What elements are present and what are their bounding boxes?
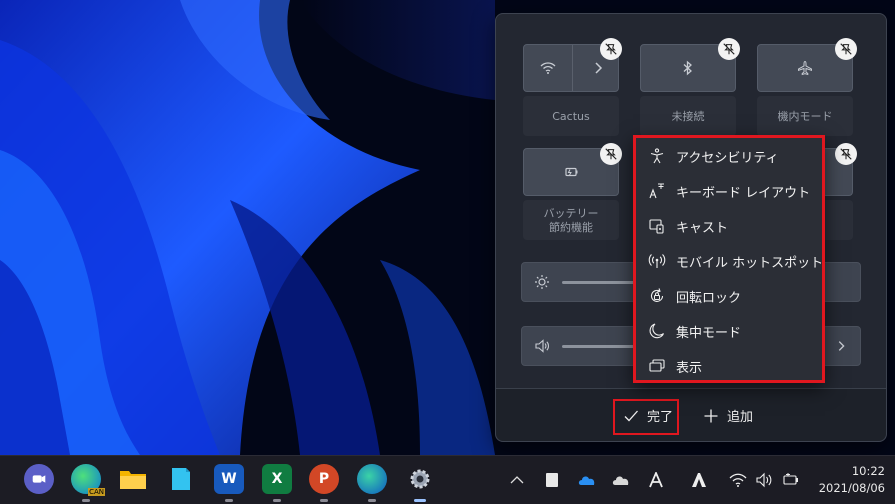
battery-saver-tile-label: バッテリー 節約機能 xyxy=(523,200,619,240)
menu-item-cast[interactable]: キャスト xyxy=(648,213,728,239)
menu-item-label: 集中モード xyxy=(676,325,742,341)
notepad-icon[interactable] xyxy=(166,464,196,494)
menu-item-keyboard-layout[interactable]: キーボード レイアウト xyxy=(648,178,810,204)
battery-icon[interactable] xyxy=(782,472,800,488)
unpin-icon xyxy=(840,43,852,55)
menu-item-project[interactable]: 表示 xyxy=(648,353,702,379)
project-display-icon xyxy=(649,359,665,372)
edge-icon[interactable] xyxy=(357,464,387,502)
done-label: 完了 xyxy=(647,410,674,425)
unpin-icon xyxy=(840,148,852,160)
menu-item-rotation-lock[interactable]: 回転ロック xyxy=(648,283,741,309)
can-badge: CAN xyxy=(88,488,105,496)
battery-saver-icon xyxy=(565,167,578,177)
file-explorer-icon[interactable] xyxy=(118,464,148,494)
menu-item-focus-mode[interactable]: 集中モード xyxy=(648,318,741,344)
edge-can-icon[interactable]: CAN xyxy=(71,464,105,502)
rotation-lock-icon xyxy=(650,288,664,302)
clock-date: 2021/08/06 xyxy=(818,481,885,495)
wifi-icon[interactable] xyxy=(729,472,747,488)
hotspot-icon xyxy=(648,254,666,268)
sun-icon xyxy=(535,275,549,289)
airplane-icon xyxy=(798,60,812,76)
speaker-icon xyxy=(535,339,549,353)
taskbar: CAN W X P 10:22 2021/08/06 xyxy=(0,455,895,504)
unpin-airplane-button[interactable] xyxy=(835,38,857,60)
unpin-wifi-button[interactable] xyxy=(600,38,622,60)
quick-settings-footer: 完了 追加 xyxy=(496,388,886,441)
chevron-right-icon[interactable] xyxy=(834,339,848,353)
menu-item-accessibility[interactable]: アクセシビリティ xyxy=(648,143,779,169)
airplane-mode-tile-label: 機内モード xyxy=(757,96,853,136)
add-button[interactable]: 追加 xyxy=(703,406,753,425)
unpin-icon xyxy=(605,43,617,55)
battery-saver-label-line2: 節約機能 xyxy=(549,221,593,234)
excel-icon[interactable]: X xyxy=(262,464,292,502)
unpin-hidden-tile-button[interactable] xyxy=(835,143,857,165)
menu-item-mobile-hotspot[interactable]: モバイル ホットスポット xyxy=(648,248,823,274)
focus-moon-icon xyxy=(649,323,665,339)
volume-icon[interactable] xyxy=(756,472,774,488)
keyboard-layout-icon xyxy=(649,183,664,199)
battery-saver-label-line1: バッテリー xyxy=(543,207,599,220)
menu-item-label: キャスト xyxy=(676,220,729,236)
checkmark-icon xyxy=(624,410,638,421)
cast-icon xyxy=(649,219,664,234)
unpin-battery-saver-button[interactable] xyxy=(600,143,622,165)
menu-item-label: アクセシビリティ xyxy=(676,150,779,166)
unpin-icon xyxy=(723,43,735,55)
powerpoint-icon[interactable]: P xyxy=(309,464,339,502)
settings-icon[interactable] xyxy=(405,464,435,502)
tablet-icon[interactable] xyxy=(543,472,561,488)
add-quick-setting-menu: アクセシビリティ キーボード レイアウト キャスト モバイル ホットスポット 回… xyxy=(633,135,825,383)
menu-item-label: モバイル ホットスポット xyxy=(676,255,824,271)
wifi-tile-label: Cactus xyxy=(523,96,619,136)
teams-chat-icon[interactable] xyxy=(24,464,54,494)
menu-item-label: 回転ロック xyxy=(676,290,742,306)
accessibility-icon xyxy=(650,148,664,164)
adobe-icon[interactable] xyxy=(690,472,708,488)
taskbar-clock[interactable]: 10:22 2021/08/06 xyxy=(819,463,885,497)
unpin-bluetooth-button[interactable] xyxy=(718,38,740,60)
wifi-icon xyxy=(540,62,556,74)
chevron-up-icon[interactable] xyxy=(508,472,526,488)
excel-letter: X xyxy=(271,471,283,487)
cloud-icon[interactable] xyxy=(612,472,630,488)
chevron-right-icon[interactable] xyxy=(590,60,606,76)
add-label: 追加 xyxy=(727,410,754,425)
done-button[interactable]: 完了 xyxy=(623,406,673,425)
clock-time: 10:22 xyxy=(851,464,885,478)
menu-item-label: 表示 xyxy=(676,360,703,376)
bluetooth-icon xyxy=(683,60,692,76)
powerpoint-letter: P xyxy=(318,471,330,487)
plus-icon xyxy=(704,409,718,422)
font-a-icon[interactable] xyxy=(647,472,665,488)
word-icon[interactable]: W xyxy=(214,464,244,502)
word-letter: W xyxy=(221,471,237,487)
menu-item-label: キーボード レイアウト xyxy=(676,185,811,201)
onedrive-icon[interactable] xyxy=(578,472,596,488)
bluetooth-tile-label: 未接続 xyxy=(640,96,736,136)
unpin-icon xyxy=(605,148,617,160)
